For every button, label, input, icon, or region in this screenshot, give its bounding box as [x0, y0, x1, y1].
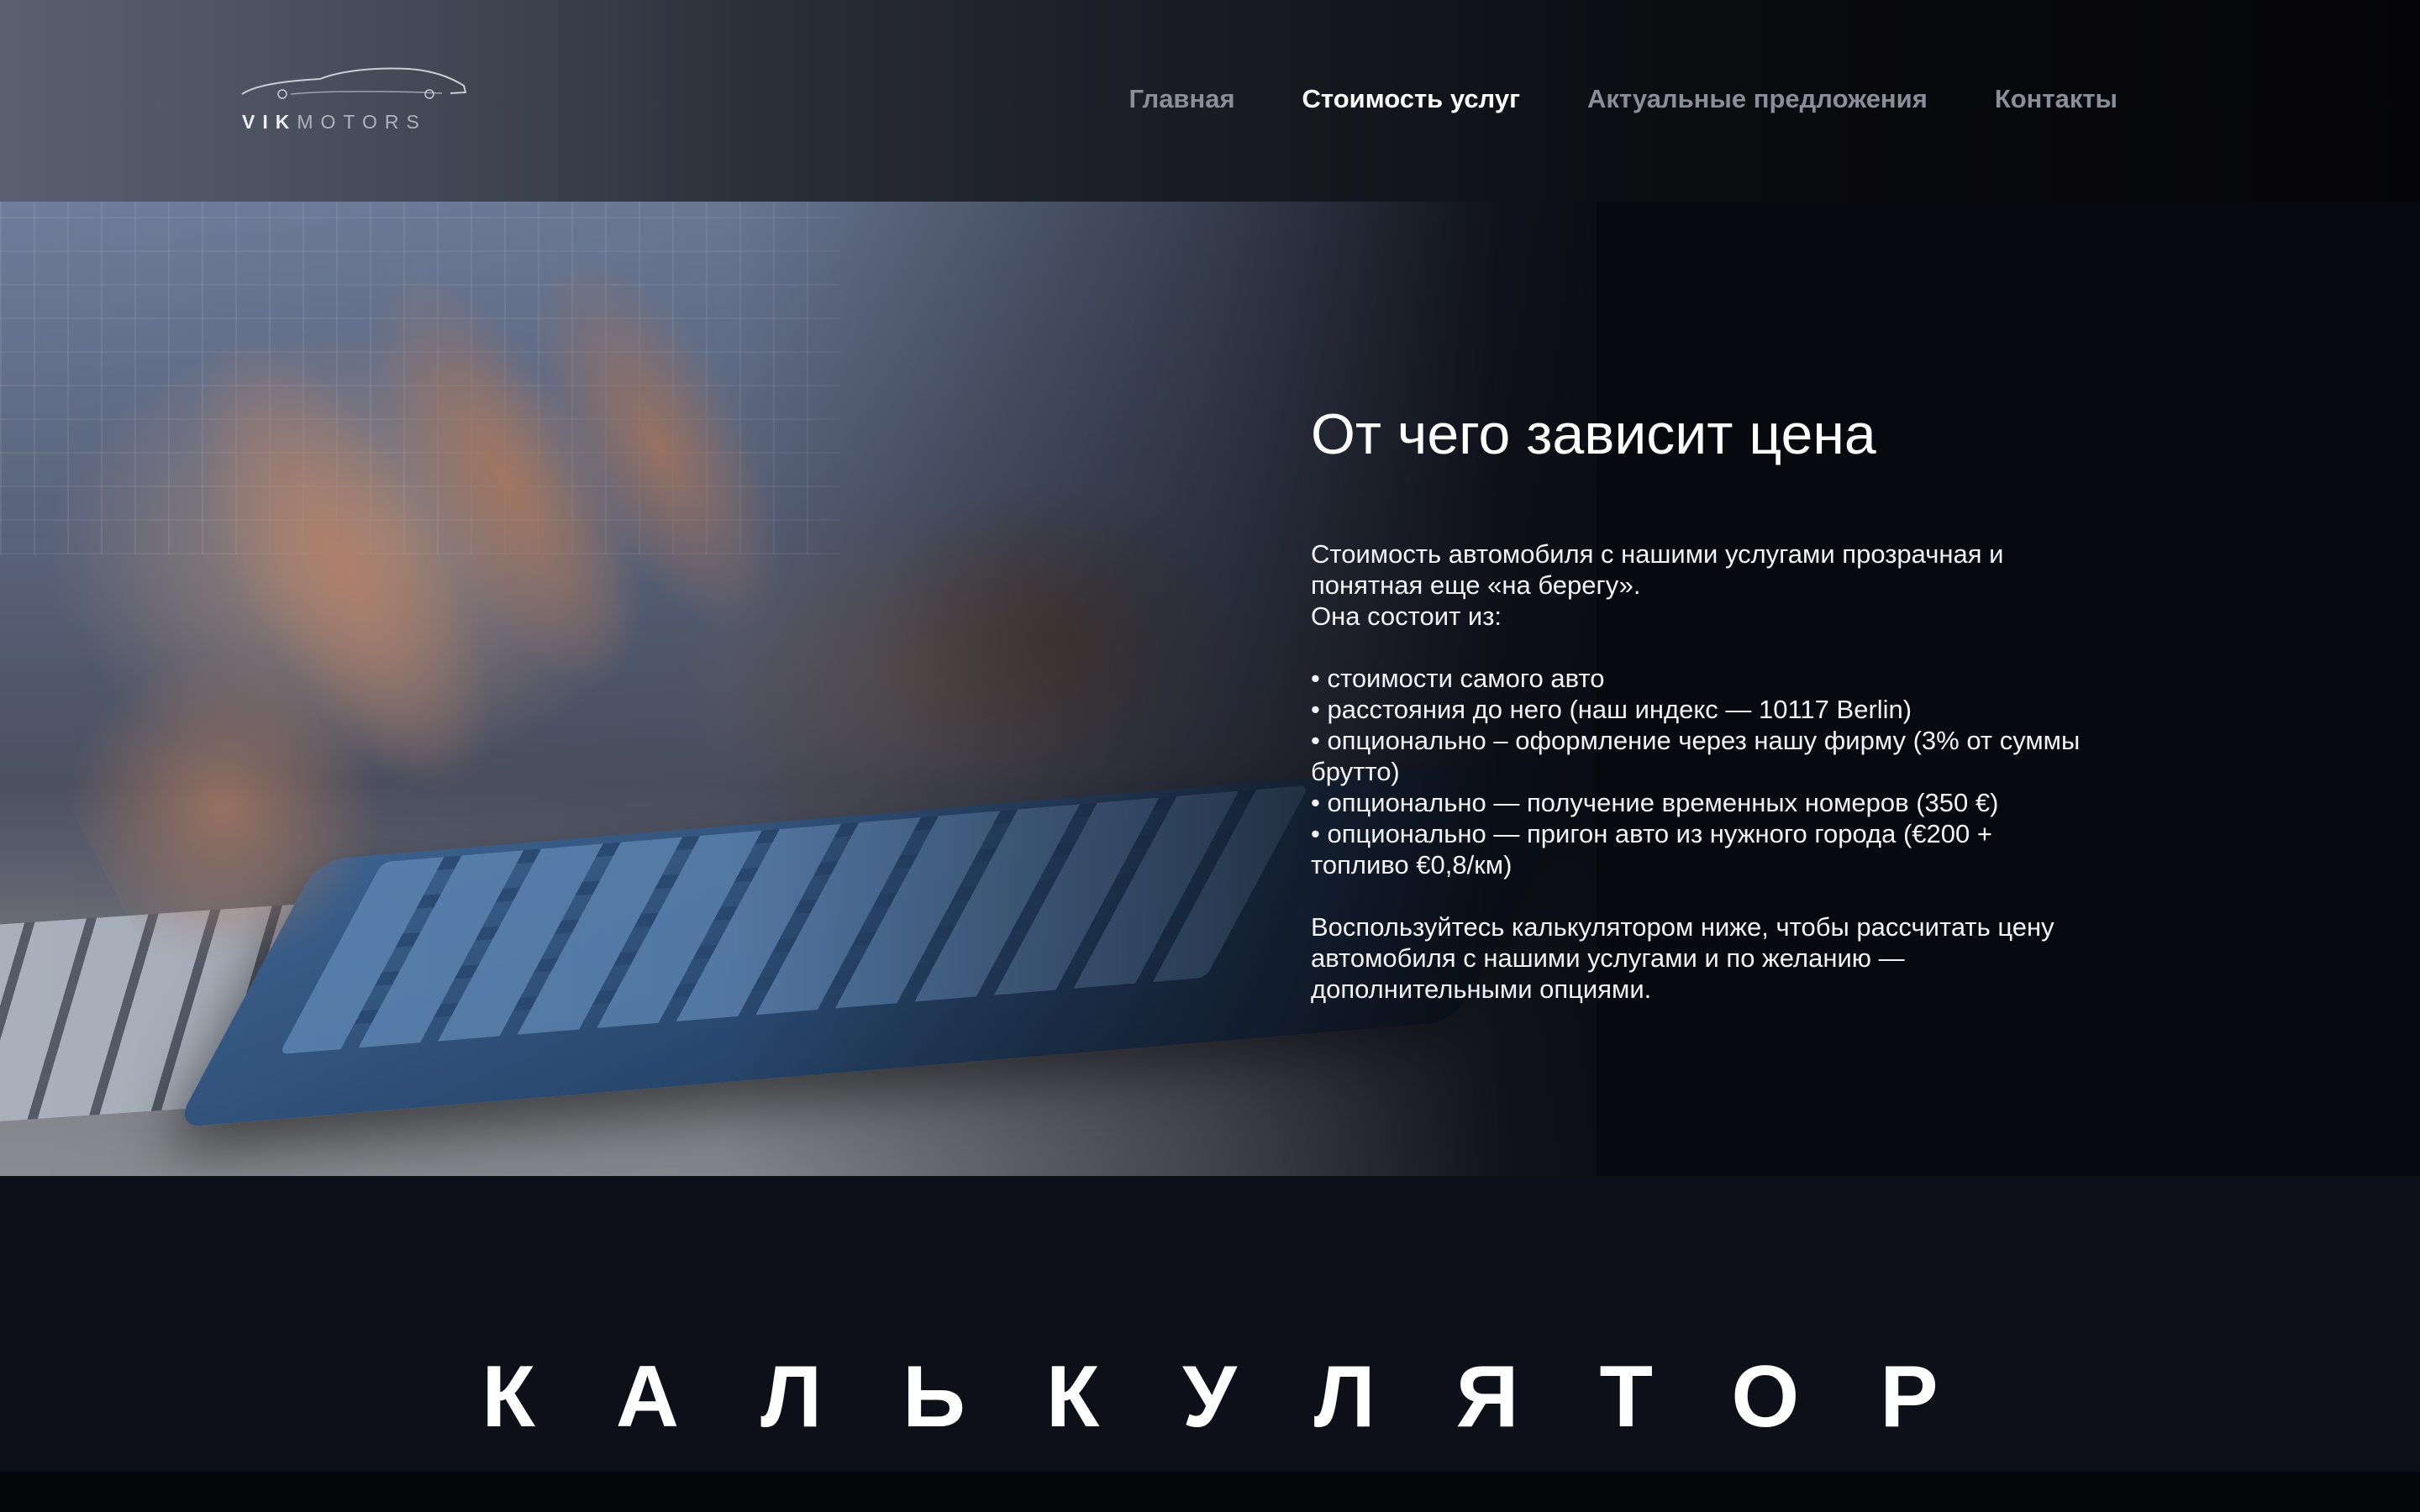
- logo[interactable]: VIKMOTORS: [237, 66, 472, 141]
- logo-text-light: MOTORS: [297, 111, 427, 133]
- car-silhouette-icon: [241, 67, 467, 99]
- bottom-strip: [0, 1472, 2420, 1512]
- hero-line: автомобиля с нашими услугами и по желани…: [1311, 942, 1905, 973]
- price-factor-item: • опционально – оформление через нашу фи…: [1311, 725, 2081, 755]
- price-factor-item: • расстояния до него (наш индекс — 10117…: [1311, 694, 1912, 724]
- price-factor-item: • опционально — пригон авто из нужного г…: [1311, 818, 1992, 848]
- nav-item-contacts[interactable]: Контакты: [1995, 84, 2118, 114]
- hero-title: От чего зависит цена: [1311, 402, 1876, 466]
- hero-section: От чего зависит цена Стоимость автомобил…: [0, 202, 2420, 1176]
- nav-item-home[interactable]: Главная: [1128, 84, 1234, 114]
- nav-item-pricing[interactable]: Стоимость услуг: [1302, 84, 1520, 114]
- calculator-section: КАЛЬКУЛЯТОР: [0, 1176, 2420, 1472]
- hero-line: Она состоит из:: [1311, 601, 1502, 631]
- logo-text: VIKMOTORS: [242, 111, 427, 134]
- hero-line: Воспользуйтесь калькулятором ниже, чтобы…: [1311, 911, 2054, 942]
- logo-text-bold: VIK: [242, 111, 297, 133]
- nav-item-offers[interactable]: Актуальные предложения: [1587, 84, 1928, 114]
- hero-line: понятная еще «на берегу».: [1311, 570, 1641, 600]
- price-factor-item: • стоимости самого авто: [1311, 663, 1605, 693]
- site-header: VIKMOTORS Главная Стоимость услуг Актуал…: [0, 0, 2420, 202]
- calculator-title: КАЛЬКУЛЯТОР: [481, 1348, 2019, 1446]
- hero-line: дополнительными опциями.: [1311, 974, 1652, 1004]
- main-nav: Главная Стоимость услуг Актуальные предл…: [1128, 84, 2118, 114]
- price-factor-item: брутто): [1311, 756, 1400, 786]
- hero-line: Стоимость автомобиля с нашими услугами п…: [1311, 538, 2004, 569]
- hero-text-block: От чего зависит цена Стоимость автомобил…: [1311, 403, 2151, 1005]
- hero-description: Стоимость автомобиля с нашими услугами п…: [1311, 538, 2151, 1005]
- price-factor-item: топливо €0,8/км): [1311, 849, 1512, 879]
- price-factor-item: • опционально — получение временных номе…: [1311, 787, 1999, 817]
